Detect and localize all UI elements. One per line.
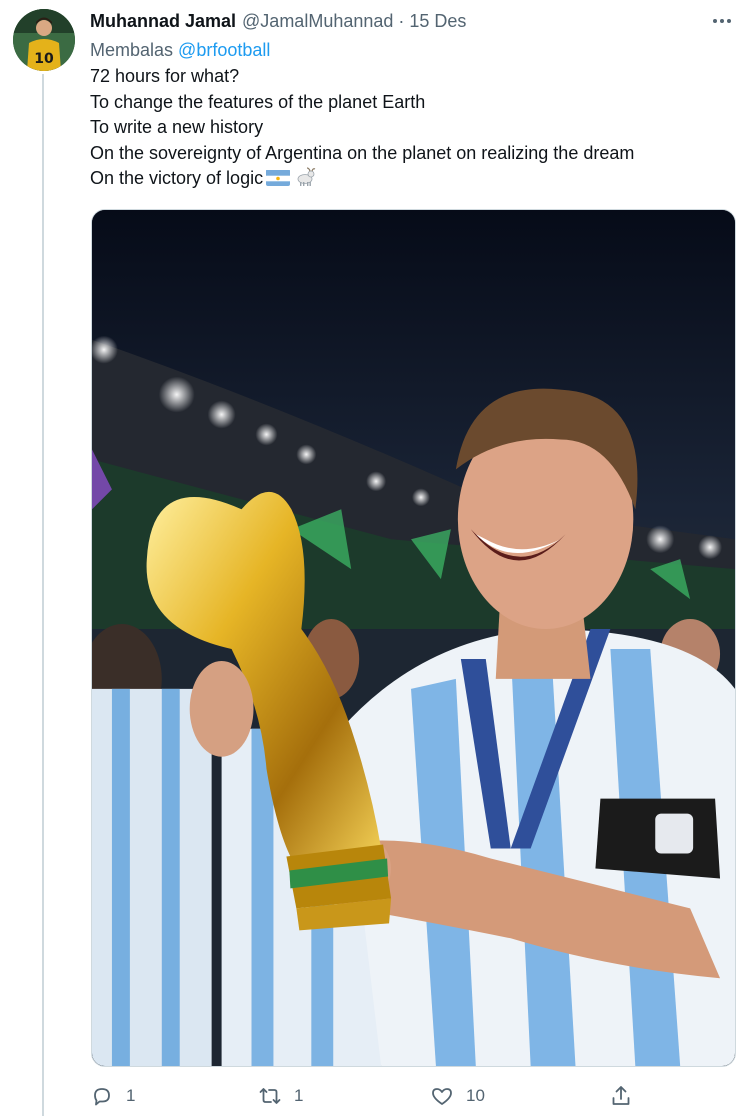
author-name[interactable]: Muhannad Jamal [90, 9, 236, 33]
tweet-line: On the sovereignty of Argentina on the p… [90, 142, 635, 163]
tweet[interactable]: Muhannad Jamal @JamalMuhannad · 15 Des M… [90, 9, 738, 192]
avatar[interactable]: 10 [13, 9, 75, 71]
reply-count: 1 [126, 1086, 136, 1105]
reply-prefix: Membalas [90, 40, 174, 60]
retweet-button[interactable]: 1 [258, 1083, 303, 1109]
tweet-line: 72 hours for what? [90, 66, 240, 86]
reply-button[interactable]: 1 [90, 1083, 135, 1109]
share-icon [612, 1086, 630, 1105]
tweet-line: To change the features of the planet Ear… [90, 91, 426, 112]
replying-to: Membalas @brfootball [90, 37, 738, 63]
tweet-line-with-emoji: On the victory of logic [90, 166, 738, 192]
argentina-flag-emoji [266, 169, 291, 186]
retweet-count: 1 [294, 1086, 304, 1105]
reply-mention-link[interactable]: @brfootball [178, 40, 270, 60]
retweet-icon [259, 1088, 281, 1104]
author-handle[interactable]: @JamalMuhannad [242, 9, 393, 33]
svg-text:10: 10 [34, 51, 54, 67]
thread-connector-line [42, 74, 44, 1116]
tweet-actions: 1 1 10 [90, 1083, 650, 1111]
reply-icon [94, 1088, 110, 1106]
tweet-line: On the victory of logic [90, 168, 264, 188]
like-count: 10 [466, 1086, 485, 1105]
separator-dot: · [398, 11, 405, 31]
tweet-text: 72 hours for what? To change the feature… [90, 64, 738, 192]
tweet-header: Muhannad Jamal @JamalMuhannad · 15 Des [90, 9, 738, 33]
share-button[interactable] [609, 1083, 633, 1109]
tweet-line: To write a new history [90, 117, 264, 137]
goat-emoji [294, 166, 316, 188]
tweet-photo[interactable] [91, 209, 736, 1067]
like-icon [432, 1088, 452, 1105]
more-options-icon[interactable] [710, 9, 734, 33]
tweet-date[interactable]: 15 Des [409, 9, 466, 33]
like-button[interactable]: 10 [430, 1083, 485, 1109]
